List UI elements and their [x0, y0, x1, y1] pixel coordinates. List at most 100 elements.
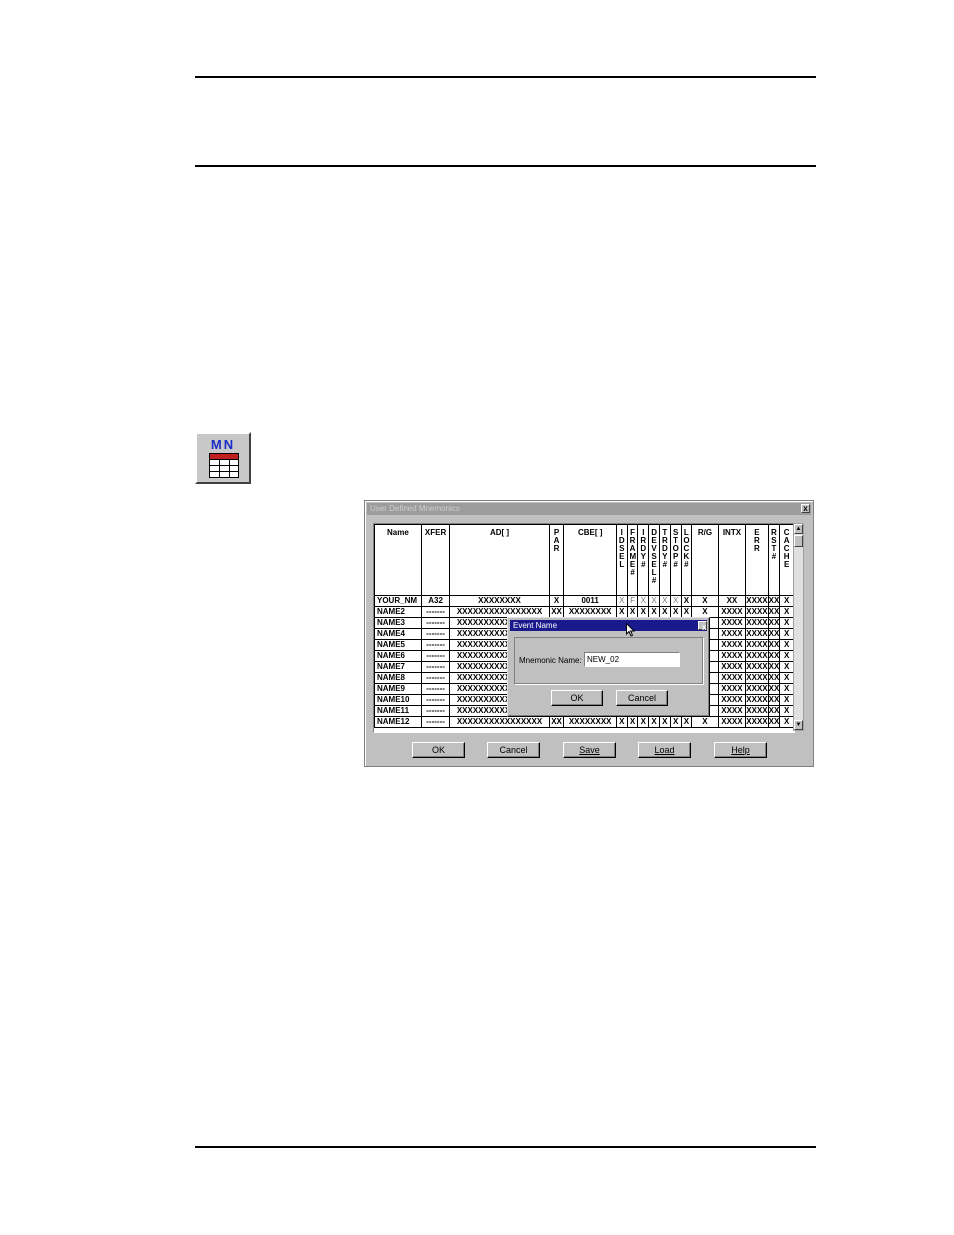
table-cell[interactable]: X — [658, 716, 671, 728]
table-cell[interactable]: X — [615, 595, 628, 607]
table-cell[interactable]: XX — [767, 650, 781, 662]
table-cell[interactable]: XX — [767, 606, 781, 618]
table-cell[interactable]: X — [615, 606, 628, 618]
table-cell[interactable]: 0011 — [563, 595, 617, 607]
table-cell[interactable]: X — [669, 716, 682, 728]
table-cell[interactable]: ------- — [420, 606, 451, 618]
table-cell[interactable]: XXXX — [745, 650, 769, 662]
table-cell[interactable]: X — [779, 705, 794, 717]
dialog-ok-button[interactable]: OK — [551, 690, 603, 706]
table-cell[interactable]: X — [691, 716, 719, 728]
table-cell[interactable]: ------- — [420, 716, 451, 728]
table-cell[interactable]: XXXX — [745, 661, 769, 673]
table-cell[interactable]: XXXX — [745, 617, 769, 629]
table-cell[interactable]: X — [779, 661, 794, 673]
table-cell[interactable]: XXXXXXXX — [449, 595, 550, 607]
table-cell[interactable]: X — [669, 606, 682, 618]
scroll-thumb[interactable] — [794, 535, 803, 547]
table-cell[interactable]: X — [691, 595, 719, 607]
table-cell[interactable]: X — [648, 716, 660, 728]
table-cell[interactable]: X — [680, 595, 693, 607]
table-cell[interactable]: ------- — [420, 694, 451, 706]
table-cell[interactable]: ------- — [420, 672, 451, 684]
table-cell[interactable]: ------- — [420, 661, 451, 673]
table-cell[interactable]: XX — [767, 716, 781, 728]
row-name-cell[interactable]: NAME12 — [374, 716, 422, 728]
table-cell[interactable]: X — [779, 694, 794, 706]
table-cell[interactable]: XXXX — [717, 672, 747, 684]
table-row[interactable]: NAME2 ------- XXXXXXXXXXXXXXXX XX XXXXXXXX X X… — [374, 606, 794, 618]
row-name-cell[interactable]: NAME10 — [374, 694, 422, 706]
row-name-cell[interactable]: NAME11 — [374, 705, 422, 717]
table-cell[interactable]: XXXX — [717, 683, 747, 695]
table-cell[interactable]: XXXXXXXX — [563, 606, 617, 618]
table-cell[interactable]: X — [548, 595, 565, 607]
table-cell[interactable]: ------- — [420, 617, 451, 629]
table-cell[interactable]: XX — [767, 672, 781, 684]
table-cell[interactable]: X — [691, 606, 719, 618]
row-name-cell[interactable]: YOUR_NM — [374, 595, 422, 607]
table-cell[interactable]: XX — [767, 617, 781, 629]
grid-vertical-scrollbar[interactable]: ▲ ▼ — [793, 523, 804, 731]
help-button[interactable]: Help — [714, 742, 767, 758]
cancel-button[interactable]: Cancel — [487, 742, 540, 758]
save-button[interactable]: Save — [563, 742, 616, 758]
mnemonic-name-input[interactable]: NEW_02 — [584, 652, 680, 667]
table-cell[interactable]: X — [779, 595, 794, 607]
table-cell[interactable]: X — [648, 606, 660, 618]
table-cell[interactable]: XX — [717, 595, 747, 607]
table-cell[interactable]: X — [779, 650, 794, 662]
table-cell[interactable]: X — [637, 606, 650, 618]
table-row[interactable]: NAME12 ------- XXXXXXXXXXXXXXXX XX XXXXXXXX X… — [374, 716, 794, 728]
row-name-cell[interactable]: NAME3 — [374, 617, 422, 629]
row-name-cell[interactable]: NAME9 — [374, 683, 422, 695]
dialog-cancel-button[interactable]: Cancel — [616, 690, 668, 706]
table-cell[interactable]: XXXX — [745, 595, 769, 607]
table-cell[interactable]: XX — [767, 661, 781, 673]
table-cell[interactable]: XXXX — [717, 617, 747, 629]
table-cell[interactable]: XXXX — [717, 606, 747, 618]
table-cell[interactable]: ------- — [420, 639, 451, 651]
table-cell[interactable]: X — [669, 595, 682, 607]
table-cell[interactable]: XXXXXXXXXXXXXXXX — [449, 606, 550, 618]
table-row[interactable]: YOUR_NM A32 XXXXXXXX X 0011 X F X X X X X X XX XXXX XX X — [374, 595, 794, 607]
table-cell[interactable]: XXXX — [745, 639, 769, 651]
table-cell[interactable]: XX — [548, 606, 565, 618]
table-cell[interactable]: XXXX — [717, 628, 747, 640]
table-cell[interactable]: XXXX — [717, 661, 747, 673]
table-cell[interactable]: XXXX — [717, 639, 747, 651]
dialog-close-button[interactable]: x — [698, 621, 707, 632]
table-cell[interactable]: XXXX — [717, 650, 747, 662]
table-cell[interactable]: XXXX — [745, 716, 769, 728]
table-cell[interactable]: ------- — [420, 650, 451, 662]
table-cell[interactable]: X — [779, 716, 794, 728]
table-cell[interactable]: X — [626, 606, 639, 618]
table-cell[interactable]: X — [637, 595, 650, 607]
table-cell[interactable]: X — [779, 628, 794, 640]
row-name-cell[interactable]: NAME4 — [374, 628, 422, 640]
table-cell[interactable]: XX — [767, 628, 781, 640]
scroll-down-button[interactable]: ▼ — [794, 720, 803, 730]
table-cell[interactable]: XXXX — [745, 694, 769, 706]
table-cell[interactable]: XXXXXXXXXXXXXXXX — [449, 716, 550, 728]
table-cell[interactable]: XXXX — [717, 705, 747, 717]
scroll-up-button[interactable]: ▲ — [794, 524, 803, 534]
table-cell[interactable]: X — [615, 716, 628, 728]
table-cell[interactable]: X — [779, 617, 794, 629]
row-name-cell[interactable]: NAME8 — [374, 672, 422, 684]
table-cell[interactable]: X — [779, 683, 794, 695]
table-cell[interactable]: X — [779, 639, 794, 651]
window-close-button[interactable]: x — [801, 504, 810, 513]
table-cell[interactable]: XXXX — [745, 683, 769, 695]
table-cell[interactable]: X — [648, 595, 660, 607]
table-cell[interactable]: X — [637, 716, 650, 728]
table-cell[interactable]: XX — [767, 683, 781, 695]
table-cell[interactable]: X — [680, 716, 693, 728]
table-cell[interactable]: ------- — [420, 705, 451, 717]
ok-button[interactable]: OK — [412, 742, 465, 758]
row-name-cell[interactable]: NAME6 — [374, 650, 422, 662]
table-cell[interactable]: F — [626, 595, 639, 607]
table-cell[interactable]: X — [658, 595, 671, 607]
table-cell[interactable]: A32 — [420, 595, 451, 607]
table-cell[interactable]: XXXX — [745, 705, 769, 717]
